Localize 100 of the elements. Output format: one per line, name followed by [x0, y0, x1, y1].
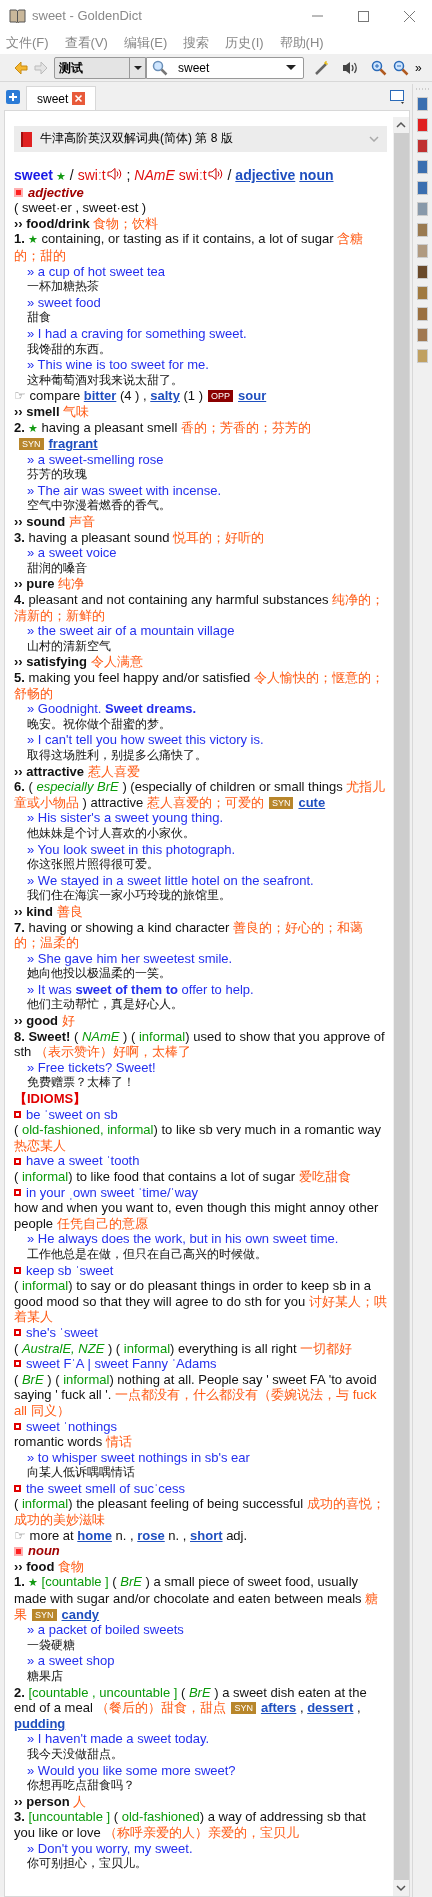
- menu-item[interactable]: 历史(I): [225, 33, 264, 53]
- synonym-badge: SYN: [231, 1702, 256, 1715]
- magic-wand-icon[interactable]: [314, 59, 330, 76]
- example-translation: 你可别担心，宝贝儿。: [26, 1856, 147, 1872]
- example-translation: 晚安。祝你做个甜蜜的梦。: [26, 716, 172, 733]
- cross-reference-link[interactable]: bitter: [83, 388, 117, 404]
- star-icon: ★: [24, 421, 38, 434]
- sense-heading: ›› sound 声音: [14, 514, 96, 530]
- star-icon: ★: [24, 1576, 38, 1589]
- search-field[interactable]: sweet: [146, 56, 304, 79]
- definition-text: ☞ more at home n. , rose n. , short adj.: [14, 1527, 249, 1544]
- idiom-phrase: have a sweet ˈtooth: [26, 1153, 140, 1169]
- menu-item[interactable]: 查看(V): [64, 33, 108, 53]
- dictionary-icon[interactable]: [417, 265, 428, 279]
- cross-reference-link[interactable]: candy: [61, 1606, 100, 1622]
- definition-text: ( informal) to say or do pleasant things in order to keep sb in a good mood so that they will agree to do sth for you 讨好某人；哄着某人: [14, 1278, 387, 1325]
- example-translation: 向某人低诉喁喁情话: [26, 1465, 136, 1481]
- example-sentence: » sweet food: [26, 294, 102, 311]
- dictionary-icon[interactable]: [417, 118, 428, 132]
- square-bullet-icon: [14, 1188, 21, 1196]
- example-sentence: » I haven't made a sweet today.: [26, 1731, 211, 1747]
- add-tab-icon[interactable]: [6, 90, 20, 104]
- example-sentence: » Goodnight. Sweet dreams.: [26, 701, 198, 717]
- dictionary-header[interactable]: 牛津高阶英汉双解词典(简体) 第 8 版: [14, 126, 387, 152]
- zoom-out-icon[interactable]: [393, 59, 409, 76]
- idiom-phrase: she's ˈsweet: [26, 1324, 98, 1341]
- dictionary-icon[interactable]: [417, 181, 428, 195]
- window-title: sweet - GoldenDict: [32, 7, 142, 26]
- example-translation: 甜食: [26, 310, 52, 326]
- speaker-icon[interactable]: [207, 167, 223, 181]
- cross-reference-link[interactable]: salty: [150, 388, 180, 404]
- cross-reference-link[interactable]: adjective: [235, 167, 296, 183]
- menu-item[interactable]: 文件(F): [6, 33, 49, 53]
- cross-reference-link[interactable]: short: [190, 1527, 223, 1543]
- definition-text: 1. ★ [countable ] ( BrE ) a small piece of sweet food, usually made with sugar and/or chocolate and eaten between meals 糖果 SYN candy: [14, 1574, 380, 1623]
- example-translation: 甜润的嗓音: [26, 560, 88, 577]
- part-of-speech: noun: [28, 1543, 60, 1559]
- back-arrow-icon[interactable]: [14, 60, 28, 75]
- example-sentence: » He always does the work, but in his own sweet time.: [26, 1231, 340, 1247]
- definition-text: 5. making you feel happy and/or satisfied 令人愉快的；惬意的；舒畅的: [14, 670, 385, 702]
- cross-reference-link[interactable]: sour: [238, 388, 267, 404]
- example-translation: 取得这场胜利，别提多么痛快了。: [26, 747, 208, 764]
- idiom-phrase: keep sb ˈsweet: [26, 1262, 114, 1279]
- dictionary-icon[interactable]: [417, 139, 428, 153]
- example-sentence: » Free tickets? Sweet!: [26, 1059, 157, 1076]
- square-bullet-icon: [14, 1360, 21, 1368]
- group-dropdown[interactable]: 测试: [54, 56, 146, 79]
- definition-text: 3. having a pleasant sound 悦耳的；好听的: [14, 529, 265, 546]
- square-bullet-icon: [14, 187, 23, 197]
- example-sentence: » a sweet voice: [26, 545, 118, 561]
- section-heading: 【IDIOMS】: [14, 1091, 88, 1107]
- definition-text: 2. ★ having a pleasant smell 香的；芳香的；芬芳的 SYN fragrant: [14, 419, 312, 452]
- dictionary-icon[interactable]: [417, 307, 428, 321]
- example-translation: 山村的清新空气: [26, 638, 112, 655]
- idiom-phrase: sweet ˈnothings: [26, 1418, 118, 1435]
- cross-reference-link[interactable]: afters: [260, 1700, 297, 1716]
- dictionary-icon[interactable]: [417, 223, 428, 237]
- cross-reference-link[interactable]: cute: [298, 794, 326, 810]
- more-button[interactable]: »: [415, 58, 422, 77]
- example-sentence: » It was sweet of them to offer to help.: [26, 981, 255, 998]
- square-bullet-icon: [14, 1157, 21, 1165]
- definition-text: ( informal) to like food that contains a lot of sugar 爱吃甜食: [14, 1169, 352, 1185]
- dictionary-icon[interactable]: [417, 160, 428, 174]
- menu-item[interactable]: 搜索: [183, 33, 210, 53]
- dictionary-icon[interactable]: [417, 97, 428, 111]
- close-tab-icon[interactable]: [72, 92, 86, 105]
- definition-text: ( informal) the pleasant feeling of being successful 成功的喜悦；成功的美妙滋味: [14, 1496, 386, 1528]
- cross-reference-link[interactable]: home: [77, 1527, 112, 1543]
- scrollbar[interactable]: [393, 117, 409, 1896]
- close-icon: [403, 10, 415, 22]
- speaker-icon[interactable]: [342, 60, 359, 75]
- star-icon: ★: [52, 170, 66, 182]
- menu-item[interactable]: 帮助(H): [279, 33, 324, 53]
- sense-heading: ›› satisfying 令人满意: [14, 654, 144, 670]
- dictionary-title: 牛津高阶英汉双解词典(简体) 第 8 版: [40, 131, 233, 147]
- example-translation: 空气中弥漫着燃香的香气。: [26, 498, 172, 515]
- sense-heading: ›› person 人: [14, 1793, 88, 1810]
- dictionary-icon[interactable]: [417, 286, 428, 300]
- cross-reference-link[interactable]: noun: [299, 167, 334, 183]
- menu-item[interactable]: 编辑(E): [123, 33, 168, 53]
- tab[interactable]: sweet: [26, 86, 97, 110]
- window-icon[interactable]: [390, 90, 406, 104]
- definition-text: 3. [uncountable ] ( old-fashioned) a way of addressing sb that you like or love （称呼亲爱的人）亲爱的，宝贝儿: [14, 1809, 367, 1841]
- definition-text: ( old-fashioned, informal) to like sb very much in a romantic way 热恋某人: [14, 1122, 383, 1154]
- cross-reference-link[interactable]: fragrant: [48, 436, 98, 452]
- forward-arrow-icon[interactable]: [34, 60, 48, 75]
- example-translation: 你这张照片照得很可爱。: [26, 857, 160, 873]
- cross-reference-link[interactable]: rose: [137, 1527, 165, 1543]
- square-bullet-icon: [14, 1329, 21, 1337]
- dictionary-icon[interactable]: [417, 328, 428, 342]
- square-bullet-icon: [14, 1546, 23, 1556]
- definition-text: 4. pleasant and not containing any harmful substances 纯净的；清新的；新鲜的: [14, 592, 385, 624]
- cross-reference-link[interactable]: dessert: [307, 1700, 354, 1716]
- example-sentence: » a packet of boiled sweets: [26, 1622, 185, 1638]
- maximize-icon: [357, 10, 369, 22]
- speaker-icon[interactable]: [106, 167, 122, 181]
- sense-heading: ›› food/drink 食物；饮料: [14, 215, 160, 232]
- zoom-in-icon[interactable]: [371, 59, 387, 76]
- cross-reference-link[interactable]: pudding: [14, 1715, 66, 1731]
- synonym-badge: SYN: [268, 796, 294, 809]
